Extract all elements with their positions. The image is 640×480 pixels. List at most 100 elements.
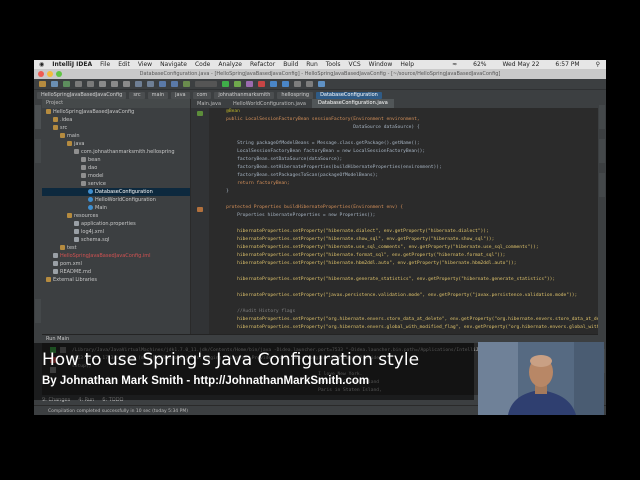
tree-item[interactable]: dao [42,164,190,172]
database-tool-button[interactable] [599,173,605,197]
replace-icon[interactable] [147,81,154,87]
code-line: public LocalSessionFactoryBean sessionFa… [215,117,420,122]
coverage-icon[interactable] [246,81,253,87]
stop-icon[interactable] [258,81,265,87]
tree-item[interactable]: schema.sql [42,236,190,244]
vcs-update-icon[interactable] [270,81,277,87]
editor-tab[interactable]: Main.java [191,101,227,107]
tree-item[interactable]: HelloSpringJavaBasedJavaConfig.iml [42,252,190,260]
tree-item[interactable]: HelloSpringJavaBasedJavaConfig [42,108,190,116]
redo-icon[interactable] [87,81,94,87]
breadcrumb-item[interactable]: java [171,91,190,99]
menu-item[interactable]: IntelliJ IDEA [52,61,92,68]
tree-item-label: bean [88,157,101,163]
menu-item[interactable]: Refactor [250,61,275,68]
forward-icon[interactable] [171,81,178,87]
menu-item[interactable]: Run [306,61,318,68]
project-tool-button[interactable] [35,105,41,129]
breadcrumb-item[interactable]: hellospring [277,91,314,99]
editor-tab[interactable]: DatabaseConfiguration.java [312,99,394,108]
tree-item[interactable]: README.md [42,268,190,276]
menu-item[interactable]: File [100,61,110,68]
tree-item[interactable]: main [42,132,190,140]
sync-icon[interactable] [63,81,70,87]
menu-item[interactable]: Code [195,61,210,68]
menu-item[interactable]: VCS [349,61,361,68]
breadcrumb-item[interactable]: main [147,91,169,99]
video-subtitle: By Johnathan Mark Smith - http://Johnath… [42,375,370,387]
battery-level[interactable]: 62% [473,61,486,68]
cut-icon[interactable] [99,81,106,87]
tree-item-label: test [67,245,77,251]
maven-tool-button[interactable] [599,105,605,129]
structure-tool-button[interactable] [35,139,41,163]
menu-time[interactable]: 6:57 PM [555,61,579,68]
tree-item[interactable]: HelloWorldConfiguration [42,196,190,204]
menu-item[interactable]: Help [400,61,414,68]
tree-item[interactable]: application.properties [42,220,190,228]
run-icon[interactable] [222,81,229,87]
open-folder-icon[interactable] [39,81,46,87]
paste-icon[interactable] [123,81,130,87]
tree-item-label: .idea [60,117,73,123]
menu-item[interactable]: Navigate [160,61,187,68]
close-window-button[interactable] [38,71,44,77]
tree-item[interactable]: src [42,124,190,132]
apple-icon[interactable]: ◉ [39,61,44,68]
breadcrumb-item[interactable]: johnathanmarksmith [214,91,275,99]
ant-build-tool-button[interactable] [599,139,605,163]
settings-icon[interactable] [294,81,301,87]
tree-item[interactable]: model [42,172,190,180]
code-editor[interactable]: @Bean public LocalSessionFactoryBean ses… [209,108,598,334]
menu-item[interactable]: Window [369,61,393,68]
tree-item[interactable]: resources [42,212,190,220]
menu-date[interactable]: Wed May 22 [502,61,539,68]
undo-icon[interactable] [75,81,82,87]
tree-item[interactable]: service [42,180,190,188]
tree-item-label: schema.sql [81,237,110,243]
tree-item[interactable]: External Libraries [42,276,190,284]
breadcrumb-item[interactable]: DatabaseConfiguration [316,91,382,99]
save-icon[interactable] [51,81,58,87]
editor-tab[interactable]: HelloWorldConfiguration.java [227,101,312,107]
copy-icon[interactable] [111,81,118,87]
tree-item[interactable]: DatabaseConfiguration [42,188,190,196]
breadcrumb-item[interactable]: src [129,91,145,99]
breadcrumb-item[interactable]: HelloSpringJavaBasedJavaConfig [37,91,127,99]
tree-item[interactable]: test [42,244,190,252]
menu-item[interactable]: Edit [118,61,130,68]
tree-item[interactable]: log4j.xml [42,228,190,236]
tree-item[interactable]: pom.xml [42,260,190,268]
window-titlebar: DatabaseConfiguration.java - [HelloSprin… [34,69,606,79]
editor-gutter[interactable] [191,108,209,334]
tree-item[interactable]: Main [42,204,190,212]
project-structure-icon[interactable] [306,81,313,87]
menu-item[interactable]: Analyze [218,61,242,68]
tree-item[interactable]: com.johnathanmarksmith.hellospring [42,148,190,156]
bean-gutter-icon[interactable] [197,111,203,116]
spotlight-search-icon[interactable]: ⚲ [596,61,600,68]
vcs-commit-icon[interactable] [282,81,289,87]
breadcrumb-item[interactable]: com [192,91,212,99]
menu-item[interactable]: View [138,61,152,68]
menu-item[interactable]: Build [283,61,298,68]
menu-item[interactable]: Tools [326,61,341,68]
tree-item[interactable]: bean [42,156,190,164]
project-panel-header[interactable]: Project [42,99,190,108]
zoom-window-button[interactable] [56,71,62,77]
code-line: factoryBean.setDataSource(dataSource); [215,157,343,162]
tree-item[interactable]: .idea [42,116,190,124]
find-icon[interactable] [135,81,142,87]
debug-icon[interactable] [234,81,241,87]
favorites-tool-button[interactable] [35,299,41,323]
make-project-icon[interactable] [183,81,190,87]
minimize-window-button[interactable] [47,71,53,77]
back-icon[interactable] [159,81,166,87]
presenter-webcam [478,342,604,415]
run-config-dropdown[interactable] [195,81,217,87]
tree-item[interactable]: java [42,140,190,148]
help-icon[interactable] [318,81,325,87]
wifi-icon[interactable]: ≈ [452,61,457,68]
override-gutter-icon[interactable] [197,207,203,212]
